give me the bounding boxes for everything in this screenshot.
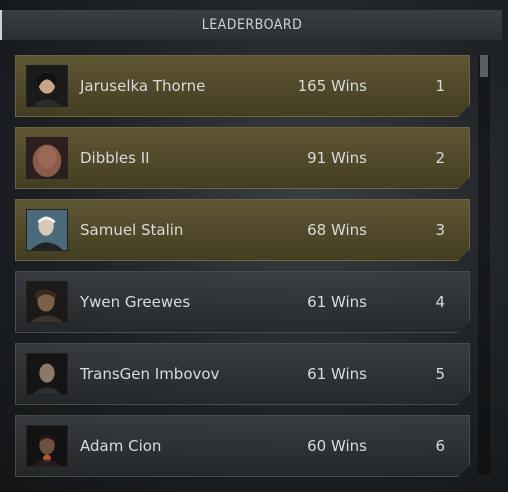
leaderboard-row[interactable]: Jaruselka Thorne 165 Wins 1 — [15, 55, 470, 117]
player-portrait — [26, 281, 68, 323]
player-wins: 165 Wins — [297, 77, 367, 95]
leaderboard-header: LEADERBOARD — [0, 10, 502, 40]
player-wins: 91 Wins — [307, 149, 367, 167]
leaderboard-title: LEADERBOARD — [201, 17, 303, 33]
leaderboard-list: Jaruselka Thorne 165 Wins 1 Dibbles II 9… — [15, 55, 470, 487]
player-portrait — [26, 425, 68, 467]
player-rank: 2 — [435, 149, 445, 167]
leaderboard-row[interactable]: Ywen Greewes 61 Wins 4 — [15, 271, 470, 333]
player-portrait — [26, 65, 68, 107]
player-rank: 4 — [435, 293, 445, 311]
scrollbar-thumb[interactable] — [480, 55, 488, 77]
player-name: Samuel Stalin — [80, 221, 184, 239]
player-rank: 6 — [435, 437, 445, 455]
player-wins: 61 Wins — [307, 293, 367, 311]
player-wins: 68 Wins — [307, 221, 367, 239]
player-portrait — [26, 137, 68, 179]
player-name: Ywen Greewes — [80, 293, 191, 311]
scrollbar[interactable] — [478, 55, 490, 475]
player-rank: 5 — [435, 365, 445, 383]
player-wins: 61 Wins — [307, 365, 367, 383]
player-name: Jaruselka Thorne — [80, 77, 206, 95]
player-rank: 1 — [435, 77, 445, 95]
leaderboard-row[interactable]: TransGen Imbovov 61 Wins 5 — [15, 343, 470, 405]
player-wins: 60 Wins — [307, 437, 367, 455]
player-name: Adam Cion — [80, 437, 162, 455]
player-portrait — [26, 209, 68, 251]
leaderboard-row[interactable]: Dibbles II 91 Wins 2 — [15, 127, 470, 189]
leaderboard-row[interactable]: Samuel Stalin 68 Wins 3 — [15, 199, 470, 261]
player-name: Dibbles II — [80, 149, 150, 167]
player-name: TransGen Imbovov — [80, 365, 220, 383]
player-portrait — [26, 353, 68, 395]
leaderboard-row[interactable]: Adam Cion 60 Wins 6 — [15, 415, 470, 477]
player-rank: 3 — [435, 221, 445, 239]
